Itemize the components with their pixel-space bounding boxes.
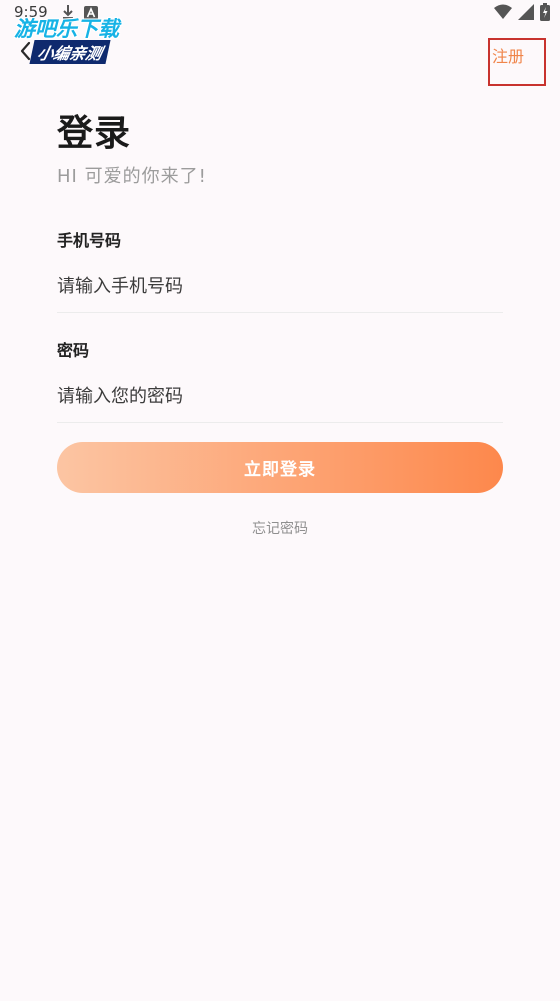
phone-label: 手机号码 (57, 231, 122, 250)
phone-input[interactable] (57, 270, 503, 313)
page-subtitle: HI 可爱的你来了! (57, 166, 207, 187)
password-field-group: 密码 (57, 340, 503, 423)
page-title: 登录 (57, 113, 132, 154)
register-button[interactable]: 注册 (488, 38, 546, 86)
forgot-password-link[interactable]: 忘记密码 (0, 518, 560, 538)
login-button[interactable]: 立即登录 (57, 442, 503, 493)
wifi-icon (494, 4, 512, 24)
password-input[interactable] (57, 380, 503, 423)
battery-icon (540, 3, 550, 25)
watermark-line2: 小编亲测 (29, 40, 111, 64)
phone-field-group: 手机号码 (57, 230, 503, 313)
signal-icon (518, 4, 534, 24)
register-label: 注册 (492, 47, 525, 66)
status-right-icons (494, 3, 550, 25)
chevron-left-icon (14, 41, 40, 68)
forgot-password-label: 忘记密码 (252, 521, 308, 537)
password-label: 密码 (57, 341, 90, 360)
back-button[interactable] (14, 38, 40, 64)
